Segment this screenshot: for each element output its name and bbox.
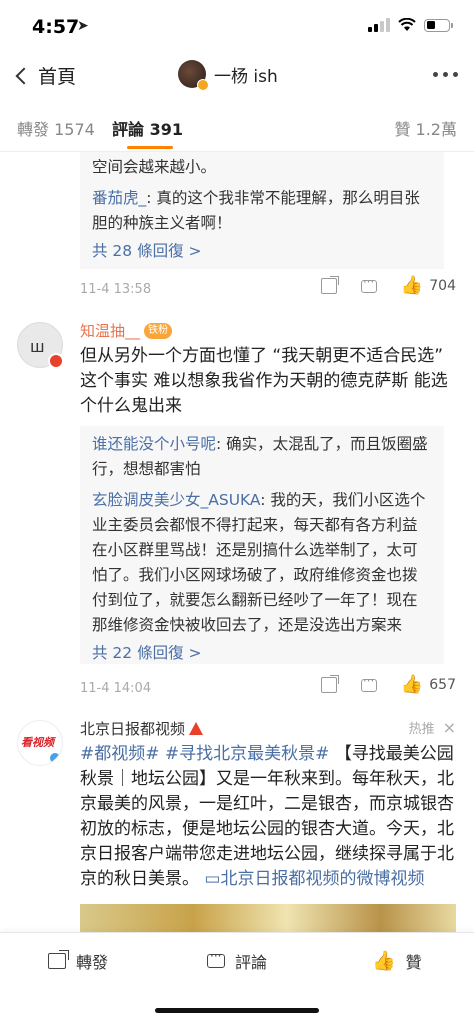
comment-label: 評論	[235, 953, 268, 972]
reply-author[interactable]: 谁还能没个小号呢	[92, 435, 216, 453]
reply-box[interactable]: 空间会越来越小。 番茄虎_: 真的这个我非常不能理解，那么明目张胆的种族主义者啊…	[80, 152, 444, 269]
status-indicators	[368, 18, 453, 32]
avatar-glyph: ш	[30, 337, 45, 356]
repost-button[interactable]: 轉發	[48, 949, 108, 973]
video-link-icon: ▭	[204, 869, 221, 889]
comment-list[interactable]: 空间会越来越小。 番茄虎_: 真的这个我非常不能理解，那么明目张胆的种族主义者啊…	[0, 152, 474, 932]
promoted-post[interactable]: 看视频 北京日报都视频 热推 × #都视频# #寻找北京最美秋景# 【寻找最美公…	[0, 718, 474, 932]
brand-mark-icon	[189, 722, 204, 735]
avatar[interactable]: ш	[17, 322, 64, 369]
back-label: 首頁	[38, 66, 77, 88]
reply-box[interactable]: 谁还能没个小号呢: 确实，太混乱了，而且饭圈盛行，想想都害怕 玄脸调皮美少女_A…	[80, 426, 444, 664]
active-tab-indicator	[127, 146, 173, 149]
fan-badge: 铁粉	[144, 322, 173, 339]
reply-item: 番茄虎_: 真的这个我非常不能理解，那么明目张胆的种族主义者啊！	[92, 186, 432, 236]
like-count: 657	[429, 677, 456, 693]
post-text: #都视频# #寻找北京最美秋景# 【寻找最美公园秋景｜地坛公园】又是一年秋来到。…	[80, 742, 456, 892]
promoted-tag: 热推 ×	[409, 718, 456, 737]
video-link-label: 北京日报都视频的微博视频	[220, 869, 425, 889]
chevron-left-icon	[15, 67, 33, 84]
comment-item: ш 知温抽__ 铁粉 但从另外一个方面也懂了 “我天朝更不适合民选” 这个事实 …	[0, 320, 474, 700]
like-count: 704	[429, 278, 456, 294]
more-options-icon[interactable]	[433, 72, 458, 77]
like-icon: 👍	[372, 950, 396, 972]
comment-text: 但从另外一个方面也懂了 “我天朝更不适合民选” 这个事实 难以想象我省作为天朝的…	[80, 346, 448, 416]
video-link[interactable]: ▭北京日报都视频的微博视频	[204, 869, 424, 889]
reply-item: 谁还能没个小号呢: 确实，太混乱了，而且饭圈盛行，想想都害怕	[92, 432, 432, 482]
nav-bar: 首頁 一杨 ish	[0, 50, 474, 102]
reply-text: 空间会越来越小。	[92, 158, 217, 176]
reply-author[interactable]: 玄脸调皮美少女_ASUKA	[92, 491, 260, 509]
post-image[interactable]	[80, 904, 456, 932]
verified-badge-icon	[48, 751, 62, 765]
reply-text: : 我的天，我们小区选个业主委员会都恨不得打起来，每天都有各方利益在小区群里骂战…	[92, 491, 426, 634]
comment-time: 11-4 14:04	[80, 681, 152, 696]
repost-label: 轉發	[76, 953, 109, 972]
comment-icon	[207, 949, 225, 968]
cellular-signal-icon	[368, 18, 390, 32]
share-icon[interactable]	[320, 675, 339, 693]
home-indicator[interactable]	[155, 1008, 319, 1013]
wifi-icon	[398, 18, 416, 31]
reply-author[interactable]: 番茄虎_	[92, 189, 146, 207]
battery-icon	[424, 18, 453, 32]
close-icon[interactable]: ×	[443, 718, 456, 737]
back-button[interactable]: 首頁	[12, 62, 76, 89]
status-bar: 4:57 ➤	[0, 0, 474, 50]
more-replies-link[interactable]: 共 22 條回復 >	[92, 641, 432, 666]
hashtag-link[interactable]: #寻找北京最美秋景#	[165, 744, 330, 764]
comment-time: 11-4 13:58	[80, 282, 152, 297]
location-arrow-icon: ➤	[77, 18, 89, 34]
comment-author[interactable]: 知温抽__ 铁粉	[80, 320, 173, 341]
avatar[interactable]	[178, 60, 209, 91]
post-author[interactable]: 北京日报都视频	[80, 718, 204, 739]
like-button[interactable]: 👍 贊	[372, 949, 422, 973]
author-name: 北京日报都视频	[80, 720, 186, 738]
share-icon[interactable]	[320, 276, 339, 294]
tab-like[interactable]: 贊 1.2萬	[394, 116, 457, 140]
reply-item: 玄脸调皮美少女_ASUKA: 我的天，我们小区选个业主委员会都恨不得打起来，每天…	[92, 488, 432, 638]
like-icon[interactable]: 👍	[401, 277, 423, 295]
post-body: 【寻找最美公园秋景｜地坛公园】又是一年秋来到。每年秋天，北京最美的风景，一是红叶…	[80, 744, 454, 889]
logo-text: 看视频	[21, 736, 54, 749]
share-icon	[48, 950, 69, 969]
nav-user[interactable]: 一杨 ish	[178, 60, 278, 91]
more-replies-link[interactable]: 共 28 條回復 >	[92, 239, 432, 264]
status-time: 4:57	[32, 16, 80, 38]
verified-badge-icon	[48, 353, 64, 369]
comment-icon[interactable]	[360, 674, 377, 692]
comment-meta: 11-4 13:58 👍 704	[80, 275, 456, 302]
author-name: 知温抽__	[80, 322, 141, 340]
comment-icon[interactable]	[360, 275, 377, 293]
comment-button[interactable]: 評論	[207, 949, 267, 973]
like-label: 贊	[405, 953, 422, 972]
page-title: 一杨 ish	[214, 66, 278, 87]
tab-bar: 轉發 1574 評論 391 贊 1.2萬	[0, 102, 474, 152]
promoted-label: 热推	[408, 722, 435, 737]
comment-meta: 11-4 14:04 👍 657	[80, 674, 456, 701]
hashtag-link[interactable]: #都视频#	[80, 744, 160, 764]
tab-comment[interactable]: 評論 391	[112, 116, 183, 140]
avatar[interactable]: 看视频	[17, 720, 63, 766]
verified-badge-icon	[197, 79, 209, 91]
like-icon[interactable]: 👍	[401, 676, 423, 694]
tab-repost[interactable]: 轉發 1574	[17, 116, 95, 140]
